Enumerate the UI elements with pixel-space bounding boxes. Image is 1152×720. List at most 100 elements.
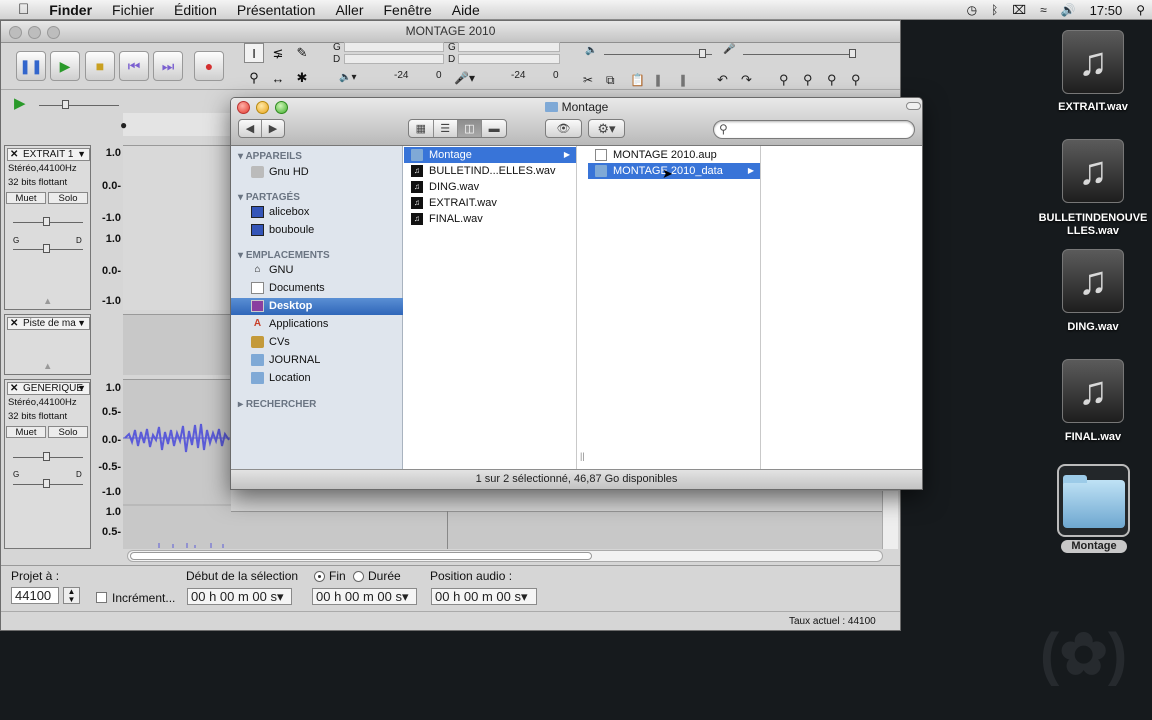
speaker-icon[interactable]: 🔈▾ — [339, 72, 356, 83]
envelope-tool[interactable]: ⪇ — [268, 43, 288, 63]
wifi-icon[interactable]: ≈ — [1040, 3, 1047, 17]
track-name-menu[interactable]: ✕ Piste de ma ▼ — [7, 317, 90, 330]
audio-position-time[interactable]: 00 h 00 m 00 s▾ — [431, 588, 537, 605]
rate-stepper[interactable]: ▲ ▼ — [63, 587, 80, 604]
list-item-ding[interactable]: ♫ DING.wav — [404, 179, 576, 195]
vertical-scrollbar[interactable] — [882, 491, 898, 549]
spotlight-icon[interactable]: ⚲ — [1136, 3, 1145, 17]
menu-app-finder[interactable]: Finder — [39, 2, 102, 18]
input-volume-knob[interactable] — [849, 49, 856, 58]
menu-fenetre[interactable]: Fenêtre — [373, 2, 441, 18]
column-view-icon[interactable]: ◫ — [457, 120, 483, 137]
speed-slider[interactable] — [39, 105, 119, 106]
zoom-tool[interactable]: ⚲ — [244, 68, 264, 88]
track-control-extrait[interactable]: ✕ EXTRAIT 1 ▼ Stéréo,44100Hz 32 bits flott… — [4, 145, 91, 310]
back-icon[interactable]: ◀ — [239, 120, 262, 137]
list-item-bulletin[interactable]: ♫ BULLETIND...ELLES.wav — [404, 163, 576, 179]
quick-look-button[interactable]: 👁 — [545, 119, 582, 138]
copy-icon[interactable]: ⧉ — [606, 73, 615, 88]
back-forward-control[interactable]: ◀ ▶ — [238, 119, 285, 138]
microphone-icon[interactable]: 🎤▾ — [454, 71, 475, 85]
column-resize-handle[interactable]: || — [580, 451, 585, 461]
sidebar-item-gnu-hd[interactable]: Gnu HD — [231, 164, 403, 181]
desktop-label-ding[interactable]: DING.wav — [1038, 321, 1148, 334]
silence-icon[interactable]: ∥ — [680, 73, 686, 87]
folder-icon[interactable] — [1057, 464, 1130, 537]
multi-tool[interactable]: ✱ — [292, 68, 312, 88]
menu-edition[interactable]: Édition — [164, 2, 227, 18]
coverflow-view-icon[interactable]: ▬ — [482, 120, 506, 137]
list-item-data-folder[interactable]: MONTAGE 2010_data ▶ — [588, 163, 760, 179]
stop-button[interactable]: ■ — [85, 51, 115, 81]
desktop-label-extrait[interactable]: EXTRAIT.wav — [1038, 101, 1148, 114]
icon-view-icon[interactable]: ▦ — [409, 120, 434, 137]
sidebar-item-cvs[interactable]: CVs — [231, 334, 403, 351]
fit-project-icon[interactable]: ⚲ — [851, 72, 861, 88]
solo-button[interactable]: Solo — [48, 426, 88, 438]
project-rate-field[interactable]: 44100 — [11, 587, 59, 604]
fin-radio[interactable] — [314, 571, 325, 582]
menu-presentation[interactable]: Présentation — [227, 2, 326, 18]
undo-icon[interactable]: ↶ — [717, 72, 728, 88]
fit-selection-icon[interactable]: ⚲ — [827, 72, 837, 88]
list-item-montage[interactable]: Montage ▶ — [404, 147, 576, 163]
horizontal-scrollbar[interactable] — [127, 550, 883, 562]
selection-end-time[interactable]: 00 h 00 m 00 s▾ — [312, 588, 417, 605]
keyboard-icon[interactable]: ⌧ — [1012, 3, 1026, 17]
menu-aller[interactable]: Aller — [325, 2, 373, 18]
track-waveform-generique[interactable] — [123, 379, 231, 549]
timeline-ruler[interactable] — [123, 113, 231, 136]
sidebar-header-partages[interactable]: ▾ PARTAGÉS — [238, 192, 300, 203]
list-item-aup[interactable]: MONTAGE 2010.aup — [588, 147, 760, 163]
music-note-icon[interactable]: ♫ — [1062, 359, 1124, 423]
track-waveform-extrait[interactable] — [123, 145, 231, 310]
close-button[interactable] — [9, 26, 22, 39]
output-volume-knob[interactable] — [699, 49, 706, 58]
play-at-speed-icon[interactable]: ▶ — [14, 94, 26, 112]
zoom-out-icon[interactable]: ⚲ — [803, 72, 813, 88]
increment-checkbox[interactable] — [96, 592, 107, 603]
forward-icon[interactable]: ▶ — [262, 120, 284, 137]
gain-knob[interactable] — [43, 452, 50, 461]
track-waveform-lower[interactable] — [231, 511, 882, 549]
cut-icon[interactable]: ✂ — [583, 73, 593, 87]
track-label-area[interactable] — [123, 314, 231, 375]
desktop-label-final[interactable]: FINAL.wav — [1038, 431, 1148, 444]
collapse-icon[interactable]: ▲ — [43, 361, 52, 372]
apple-menu-icon[interactable]:  — [0, 1, 39, 18]
pause-button[interactable]: ❚❚ — [16, 51, 46, 81]
solo-button[interactable]: Solo — [48, 192, 88, 204]
output-volume-slider[interactable] — [604, 54, 712, 55]
speed-knob[interactable] — [62, 100, 69, 109]
gain-knob[interactable] — [43, 217, 50, 226]
sidebar-item-gnu[interactable]: ⌂ GNU — [231, 262, 403, 279]
collapse-icon[interactable]: ▲ — [43, 296, 52, 307]
minimize-button[interactable] — [28, 26, 41, 39]
music-note-icon[interactable]: ♫ — [1062, 30, 1124, 94]
redo-icon[interactable]: ↷ — [741, 72, 752, 88]
desktop-label-montage[interactable]: Montage — [1061, 540, 1127, 553]
mute-button[interactable]: Muet — [6, 192, 46, 204]
pan-knob[interactable] — [43, 479, 50, 488]
sidebar-header-appareils[interactable]: ▾ APPAREILS — [238, 151, 302, 162]
sidebar-item-documents[interactable]: Documents — [231, 280, 403, 297]
timeshift-tool[interactable]: ↔ — [268, 68, 288, 88]
track-name-menu[interactable]: ✕ EXTRAIT 1 ▼ — [7, 148, 90, 161]
close-track-icon[interactable]: ✕ — [10, 318, 18, 329]
close-track-icon[interactable]: ✕ — [10, 149, 18, 160]
track-name-menu[interactable]: ✕ GENERIQUE ▼ — [7, 382, 90, 395]
search-input[interactable]: ⚲ — [713, 120, 915, 139]
draw-tool[interactable]: ✎ — [292, 43, 312, 63]
clock[interactable]: 17:50 — [1090, 3, 1123, 18]
bluetooth-icon[interactable]: ᛒ — [991, 3, 998, 17]
duree-radio[interactable] — [353, 571, 364, 582]
sidebar-item-bouboule[interactable]: bouboule — [231, 222, 403, 239]
close-track-icon[interactable]: ✕ — [10, 383, 18, 394]
sidebar-item-applications[interactable]: A Applications — [231, 316, 403, 333]
play-button[interactable]: ▶ — [50, 51, 80, 81]
music-note-icon[interactable]: ♫ — [1062, 249, 1124, 313]
view-mode-control[interactable]: ▦ ☰ ◫ ▬ — [408, 119, 507, 138]
time-machine-icon[interactable]: ◷ — [967, 3, 977, 17]
sidebar-item-location[interactable]: Location — [231, 370, 403, 387]
sidebar-item-desktop[interactable]: Desktop — [231, 298, 403, 315]
